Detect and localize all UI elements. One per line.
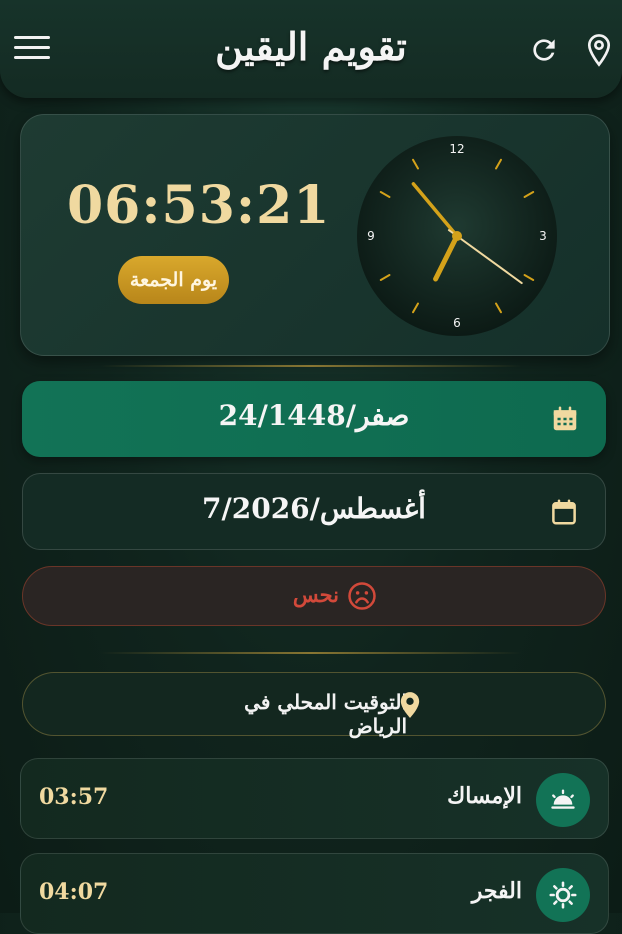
app-root: تقويم اليقين 06:53:21 يوم الجمعة 12 3 6 … — [0, 0, 622, 934]
digital-clock: 06:53:21 — [67, 175, 331, 236]
sunrise-icon — [536, 773, 590, 827]
numeral-9: 9 — [367, 229, 375, 243]
sad-face-icon — [347, 581, 377, 611]
gregorian-date: 7/أغسطس/2026 — [202, 492, 426, 525]
calendar-icon — [549, 497, 579, 527]
clock-card: 06:53:21 يوم الجمعة 12 3 6 9 — [20, 114, 610, 356]
prayer-name: الإمساك — [447, 783, 522, 809]
top-app-bar: تقويم اليقين — [0, 0, 622, 98]
gregorian-date-row[interactable]: 7/أغسطس/2026 — [22, 473, 606, 550]
prayer-time: 03:57 — [39, 784, 109, 810]
day-badge: يوم الجمعة — [118, 256, 229, 304]
gold-divider — [100, 652, 522, 654]
prayer-time: 04:07 — [39, 879, 109, 905]
location-label: التوقيت المحلي في الرياض — [244, 690, 407, 738]
omen-label: نحس — [292, 582, 339, 607]
numeral-3: 3 — [539, 229, 547, 243]
numeral-6: 6 — [453, 316, 461, 330]
prayer-row-imsak[interactable]: 03:57 الإمساك — [20, 758, 609, 839]
hijri-date-row[interactable]: 24/صفر/1448 — [22, 381, 606, 457]
refresh-icon[interactable] — [528, 34, 560, 66]
analog-clock: 12 3 6 9 — [357, 136, 557, 336]
hijri-date: 24/صفر/1448 — [218, 399, 410, 432]
numeral-12: 12 — [449, 142, 464, 156]
sun-icon — [536, 868, 590, 922]
local-time-location[interactable]: التوقيت المحلي في الرياض — [22, 672, 606, 738]
clock-center-cap — [452, 231, 462, 241]
prayer-row-fajr[interactable]: 04:07 الفجر — [20, 853, 609, 934]
location-pin-icon — [399, 691, 421, 719]
location-pin-icon[interactable] — [584, 33, 614, 67]
calendar-grid-icon — [550, 404, 580, 434]
gold-divider — [100, 365, 522, 367]
omen-status-row: نحس — [22, 566, 606, 626]
prayer-name: الفجر — [471, 878, 522, 904]
